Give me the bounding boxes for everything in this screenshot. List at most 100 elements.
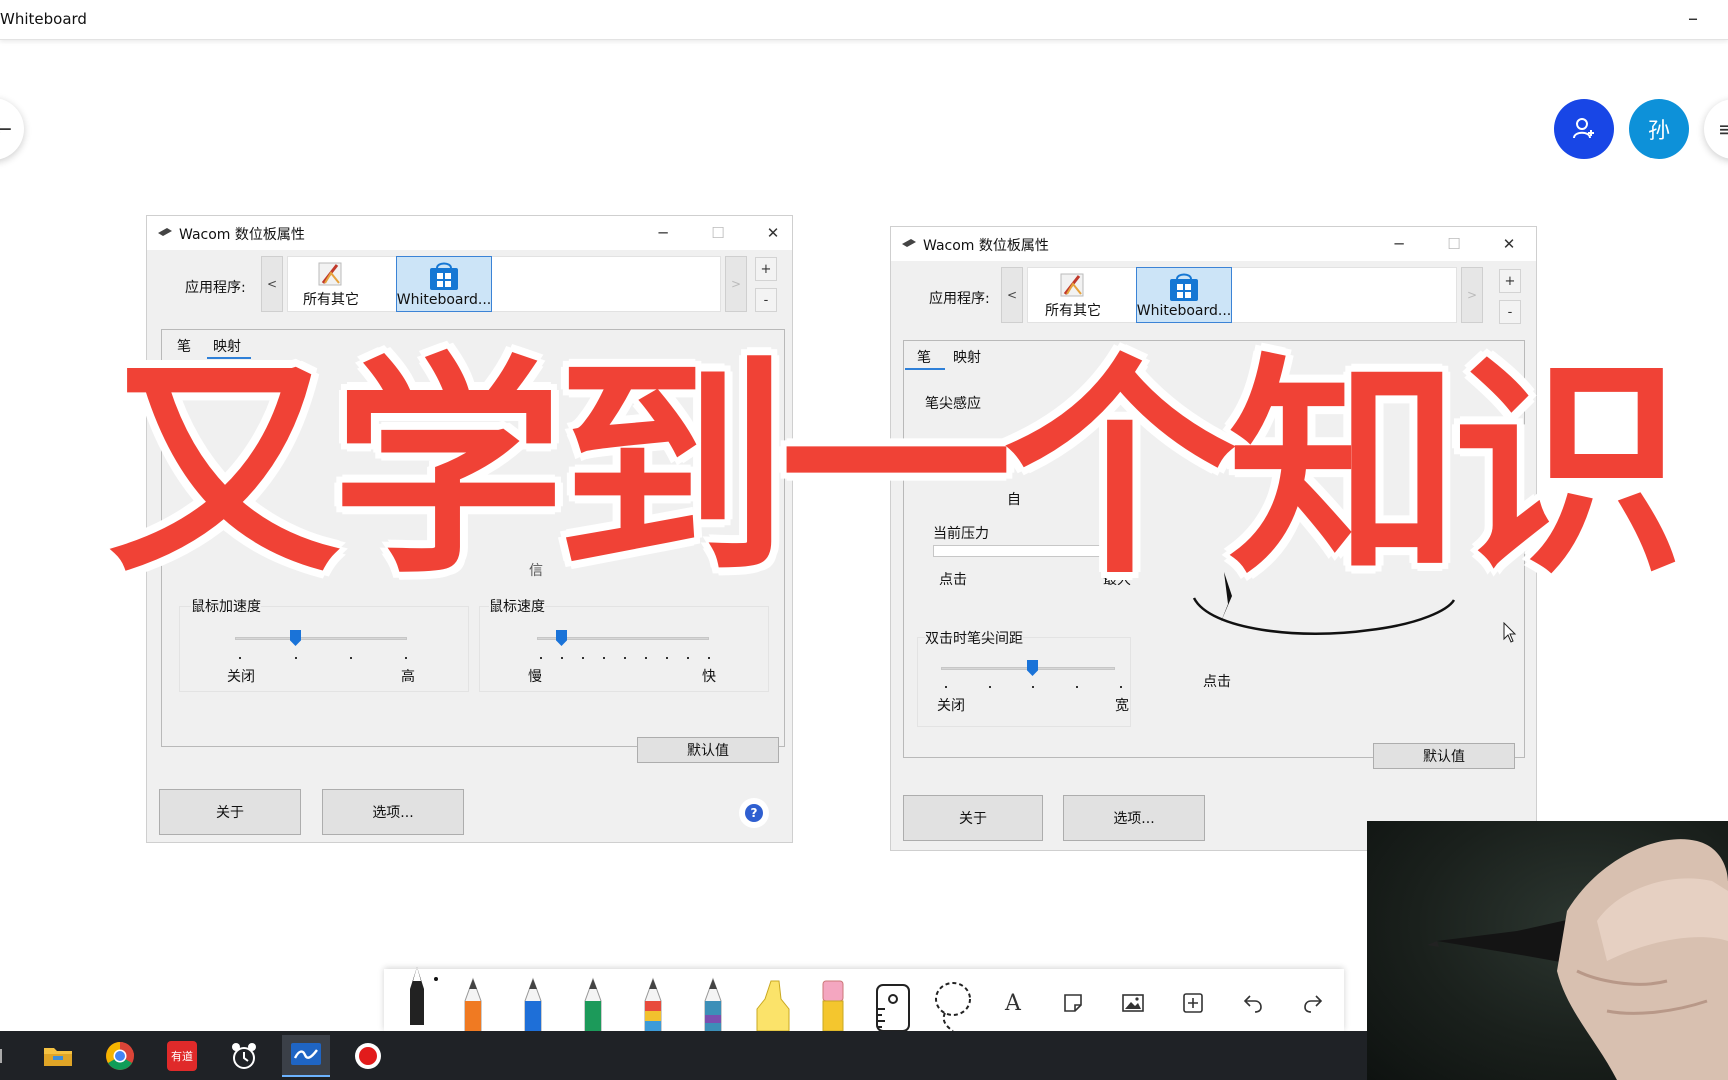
about-button[interactable]: 关于 bbox=[903, 795, 1043, 841]
invite-button[interactable] bbox=[1554, 99, 1614, 159]
webcam-overlay bbox=[1367, 821, 1728, 1080]
accel-min-label: 关闭 bbox=[227, 669, 255, 685]
app-next-button[interactable]: > bbox=[725, 256, 747, 312]
avatar-initial: 孙 bbox=[1647, 119, 1670, 144]
lasso-icon bbox=[935, 982, 971, 1031]
user-avatar[interactable]: 孙 bbox=[1629, 99, 1689, 159]
screen-recorder-button[interactable] bbox=[344, 1035, 392, 1077]
sticky-note-tool[interactable] bbox=[1050, 975, 1096, 1031]
record-icon bbox=[355, 1043, 381, 1069]
pen-toolbar: A bbox=[384, 967, 1344, 1031]
windows-store-icon bbox=[1170, 273, 1198, 301]
whiteboard-icon bbox=[291, 1043, 321, 1065]
hand-with-stylus-image bbox=[1427, 839, 1728, 1080]
minimize-button[interactable]: – bbox=[1688, 6, 1698, 30]
galaxy-pen-tool[interactable] bbox=[690, 975, 736, 1031]
eraser-tool[interactable] bbox=[810, 975, 856, 1031]
lasso-tool[interactable] bbox=[930, 975, 976, 1031]
add-app-button[interactable]: + bbox=[1499, 269, 1521, 293]
hamburger-menu-icon: ≡ bbox=[1718, 117, 1728, 141]
dc-max-label: 宽 bbox=[1115, 698, 1129, 714]
app-label-all-others: 所有其它 bbox=[303, 292, 359, 308]
options-button[interactable]: 选项... bbox=[322, 789, 464, 835]
green-pen-tool[interactable] bbox=[570, 975, 616, 1031]
close-button[interactable]: ✕ bbox=[1489, 231, 1529, 257]
window-titlebar: Wacom 数位板属性 ─ ☐ ✕ bbox=[147, 216, 792, 250]
app-tile-all-others[interactable]: 所有其它 bbox=[283, 256, 379, 312]
window-titlebar: Wacom 数位板属性 ─ ☐ ✕ bbox=[891, 227, 1536, 261]
file-explorer-button[interactable] bbox=[34, 1035, 82, 1077]
app-tile-whiteboard[interactable]: Whiteboard... bbox=[396, 256, 492, 312]
help-button[interactable]: ? bbox=[739, 798, 769, 828]
close-button[interactable]: ✕ bbox=[753, 220, 793, 246]
clock-icon bbox=[232, 1043, 256, 1069]
window-title: Wacom 数位板属性 bbox=[179, 227, 305, 243]
app-prev-button[interactable]: < bbox=[261, 256, 283, 312]
app-next-button[interactable]: > bbox=[1461, 267, 1483, 323]
orange-pen-tool[interactable] bbox=[450, 975, 496, 1031]
mouse-acceleration-group bbox=[179, 606, 469, 692]
black-pen-icon bbox=[410, 967, 424, 1025]
highlighter-tool[interactable] bbox=[750, 975, 796, 1031]
youdao-icon: 有道 bbox=[167, 1041, 197, 1071]
minimize-button[interactable]: ─ bbox=[1379, 231, 1419, 257]
image-tool[interactable] bbox=[1110, 975, 1156, 1031]
default-button[interactable]: 默认值 bbox=[1373, 743, 1515, 769]
text-tool[interactable]: A bbox=[990, 975, 1036, 1031]
click-label: 点击 bbox=[1203, 674, 1231, 690]
speed-max-label: 快 bbox=[702, 669, 716, 685]
orange-pen-icon bbox=[464, 977, 482, 1031]
undo-button[interactable] bbox=[1230, 975, 1276, 1031]
undo-icon bbox=[1243, 995, 1262, 1013]
pen-paper-icon bbox=[1060, 273, 1084, 297]
image-icon bbox=[1122, 994, 1144, 1012]
youdao-label: 有道 bbox=[171, 1050, 193, 1063]
mouse-speed-group bbox=[479, 606, 769, 692]
rainbow-pen-tool[interactable] bbox=[630, 975, 676, 1031]
app-label: 应用程序: bbox=[929, 291, 990, 307]
dc-min-label: 关闭 bbox=[937, 698, 965, 714]
default-button[interactable]: 默认值 bbox=[637, 737, 779, 763]
menu-button[interactable]: ≡ bbox=[1704, 99, 1728, 159]
app-tile-whiteboard[interactable]: Whiteboard... bbox=[1136, 267, 1232, 323]
mouse-acceleration-track bbox=[235, 637, 407, 640]
app-prev-button[interactable]: < bbox=[1001, 267, 1023, 323]
green-pen-icon bbox=[584, 977, 602, 1031]
arrow-left-icon: ← bbox=[0, 116, 12, 142]
minimize-button[interactable]: ─ bbox=[643, 220, 683, 246]
eraser-icon bbox=[822, 980, 844, 1031]
add-tool[interactable] bbox=[1170, 975, 1216, 1031]
ruler-tool[interactable] bbox=[870, 975, 916, 1031]
remove-app-button[interactable]: - bbox=[1499, 300, 1521, 324]
add-icon bbox=[1183, 993, 1203, 1013]
tablet-icon bbox=[158, 228, 172, 236]
youdao-button[interactable]: 有道 bbox=[158, 1035, 206, 1077]
app-tile-all-others[interactable]: 所有其它 bbox=[1025, 267, 1121, 323]
galaxy-pen-icon bbox=[704, 977, 722, 1031]
add-person-icon bbox=[1573, 118, 1594, 139]
highlighter-icon bbox=[756, 980, 790, 1031]
rainbow-pen-icon bbox=[644, 977, 662, 1031]
maximize-button[interactable]: ☐ bbox=[1434, 231, 1474, 257]
text-icon: A bbox=[1005, 990, 1021, 1016]
whiteboard-taskbar-button[interactable] bbox=[282, 1035, 330, 1077]
remove-app-button[interactable]: - bbox=[755, 288, 777, 312]
double-click-distance-label: 双击时笔尖间距 bbox=[925, 628, 1023, 648]
options-button[interactable]: 选项... bbox=[1063, 795, 1205, 841]
maximize-button[interactable]: ☐ bbox=[698, 220, 738, 246]
window-title: Whiteboard bbox=[0, 10, 87, 28]
black-pen-tool[interactable] bbox=[394, 967, 440, 1025]
accel-max-label: 高 bbox=[401, 669, 415, 685]
blue-pen-tool[interactable] bbox=[510, 975, 556, 1031]
window-title: Wacom 数位板属性 bbox=[923, 238, 1049, 254]
clock-app-button[interactable] bbox=[220, 1035, 268, 1077]
add-app-button[interactable]: + bbox=[755, 257, 777, 281]
redo-button[interactable] bbox=[1290, 975, 1336, 1031]
selected-pen-dot bbox=[434, 977, 438, 981]
chrome-button[interactable] bbox=[96, 1035, 144, 1077]
back-button[interactable]: ← bbox=[0, 98, 24, 160]
app-label-all-others: 所有其它 bbox=[1045, 303, 1101, 319]
app-label-whiteboard: Whiteboard... bbox=[396, 292, 492, 308]
ruler-icon bbox=[876, 984, 910, 1031]
about-button[interactable]: 关于 bbox=[159, 789, 301, 835]
